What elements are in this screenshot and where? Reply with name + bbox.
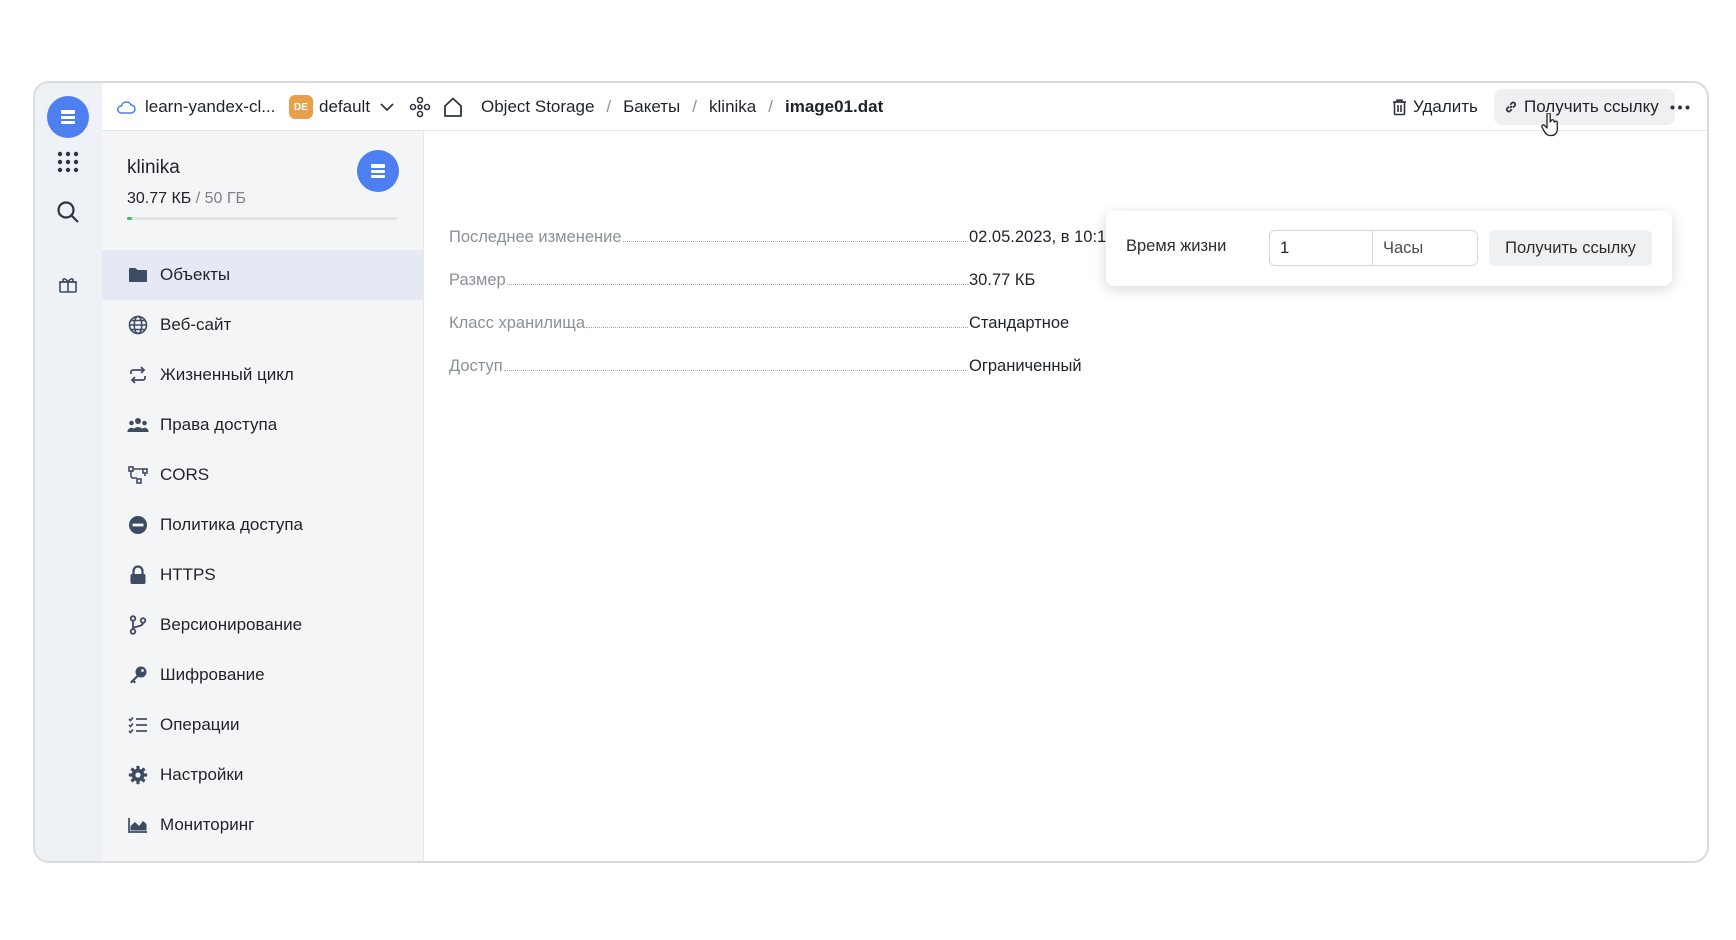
folder-icon [127,264,149,286]
property-key: Размер [449,271,506,289]
ttl-input[interactable] [1269,230,1373,266]
cloud-selector[interactable]: learn-yandex-cl... [116,83,275,131]
bucket-usage-text: 30.77 КБ / 50 ГБ [127,190,246,208]
delete-label: Удалить [1413,97,1478,116]
property-key: Последнее изменение [449,228,622,246]
property-row-access: Доступ Ограниченный [449,357,1082,375]
nodes-icon [127,464,149,486]
sidebar-item-objects[interactable]: Объекты [102,250,423,300]
key-icon [127,664,149,686]
sidebar-item-lifecycle[interactable]: Жизненный цикл [102,350,423,400]
get-link-submit-label: Получить ссылку [1505,238,1636,257]
sidebar-item-operations[interactable]: Операции [102,700,423,750]
chart-icon [127,814,149,836]
sidebar-item-label: Версионирование [160,615,303,634]
object-storage-logo-icon[interactable] [47,96,89,138]
bucket-sidebar: klinika 30.77 КБ / 50 ГБ Объекты Веб-сай… [102,131,424,861]
sidebar-item-access-policy[interactable]: Политика доступа [102,500,423,550]
sidebar-item-versioning[interactable]: Версионирование [102,600,423,650]
folder-badge: DE [289,95,313,119]
bucket-usage-fill [127,217,133,220]
cloud-name: learn-yandex-cl... [145,97,276,116]
bucket-usage-bar [127,217,397,220]
more-options-icon[interactable] [1670,83,1690,131]
console-window: learn-yandex-cl... DE default Object Sto… [33,81,1709,863]
folder-selector[interactable]: DE default [289,83,394,131]
property-key: Класс хранилища [449,314,586,332]
breadcrumb: Object Storage / Бакеты / klinika / imag… [481,83,883,131]
get-link-button[interactable]: Получить ссылку [1494,89,1675,125]
sidebar-item-label: HTTPS [160,565,216,584]
property-leader-dots [622,241,968,242]
ttl-unit-value: Часы [1383,238,1424,257]
sidebar-item-settings[interactable]: Настройки [102,750,423,800]
top-header: learn-yandex-cl... DE default Object Sto… [102,83,1707,131]
cycle-icon [127,364,149,386]
lock-icon [127,564,149,586]
breadcrumb-current-object: image01.dat [785,97,884,116]
get-link-popover: Время жизни Часы Получить ссылку [1106,211,1672,286]
users-icon [127,414,149,436]
globe-icon [127,314,149,336]
breadcrumb-bucket[interactable]: klinika [709,97,756,117]
sidebar-item-label: Настройки [160,765,244,784]
bucket-icon [357,150,399,192]
sidebar-item-label: Шифрование [160,665,265,684]
delete-button[interactable]: Удалить [1392,83,1478,131]
folder-name: default [319,97,371,116]
hand-cursor-icon [1541,112,1559,142]
sidebar-item-label: Политика доступа [160,515,303,534]
sidebar-item-label: Объекты [160,265,231,284]
ttl-label: Время жизни [1126,237,1227,255]
property-row-modified: Последнее изменение 02.05.2023, в 10:10 [449,228,1116,246]
gear-icon [127,764,149,786]
ttl-unit-select[interactable]: Часы [1372,230,1478,266]
bucket-used: 30.77 КБ [127,190,192,207]
sidebar-item-website[interactable]: Веб-сайт [102,300,423,350]
sidebar-item-label: Веб-сайт [160,315,232,334]
bucket-name: klinika [127,157,180,178]
sidebar-item-label: CORS [160,465,210,484]
get-link-submit-button[interactable]: Получить ссылку [1489,230,1652,266]
property-leader-dots [586,327,968,328]
breadcrumb-separator: / [606,97,612,116]
breadcrumb-buckets[interactable]: Бакеты [623,97,680,117]
branch-icon [127,614,149,636]
sidebar-item-label: Жизненный цикл [160,365,294,384]
chevron-down-icon [380,102,394,112]
sidebar-item-encryption[interactable]: Шифрование [102,650,423,700]
breadcrumb-separator: / [768,97,773,116]
checklist-icon [127,714,149,736]
sidebar-item-access-rights[interactable]: Права доступа [102,400,423,450]
property-leader-dots [503,370,968,371]
property-row-storage-class: Класс хранилища Стандартное [449,314,1070,332]
property-row-size: Размер 30.77 КБ [449,271,1036,289]
property-key: Доступ [449,357,503,375]
no-entry-icon [127,514,149,536]
sidebar-item-cors[interactable]: CORS [102,450,423,500]
sidebar-nav: Объекты Веб-сайт Жизненный цикл Права до… [102,250,423,850]
breadcrumb-separator: / [692,97,698,116]
service-graph-icon[interactable] [409,83,431,131]
gift-icon[interactable] [47,264,89,306]
sidebar-item-label: Права доступа [160,415,278,434]
breadcrumb-object-storage[interactable]: Object Storage [481,97,594,117]
link-icon [1504,100,1518,114]
sidebar-item-label: Мониторинг [160,815,255,834]
services-grid-icon[interactable] [47,141,89,183]
sidebar-item-label: Операции [160,715,240,734]
search-icon[interactable] [47,191,89,233]
sidebar-item-https[interactable]: HTTPS [102,550,423,600]
property-leader-dots [506,284,968,285]
home-icon[interactable] [442,83,464,131]
sidebar-item-monitoring[interactable]: Мониторинг [102,800,423,850]
trash-icon [1392,98,1407,116]
cloud-icon [116,100,136,114]
bucket-total: / 50 ГБ [191,190,247,207]
left-rail [35,83,102,861]
